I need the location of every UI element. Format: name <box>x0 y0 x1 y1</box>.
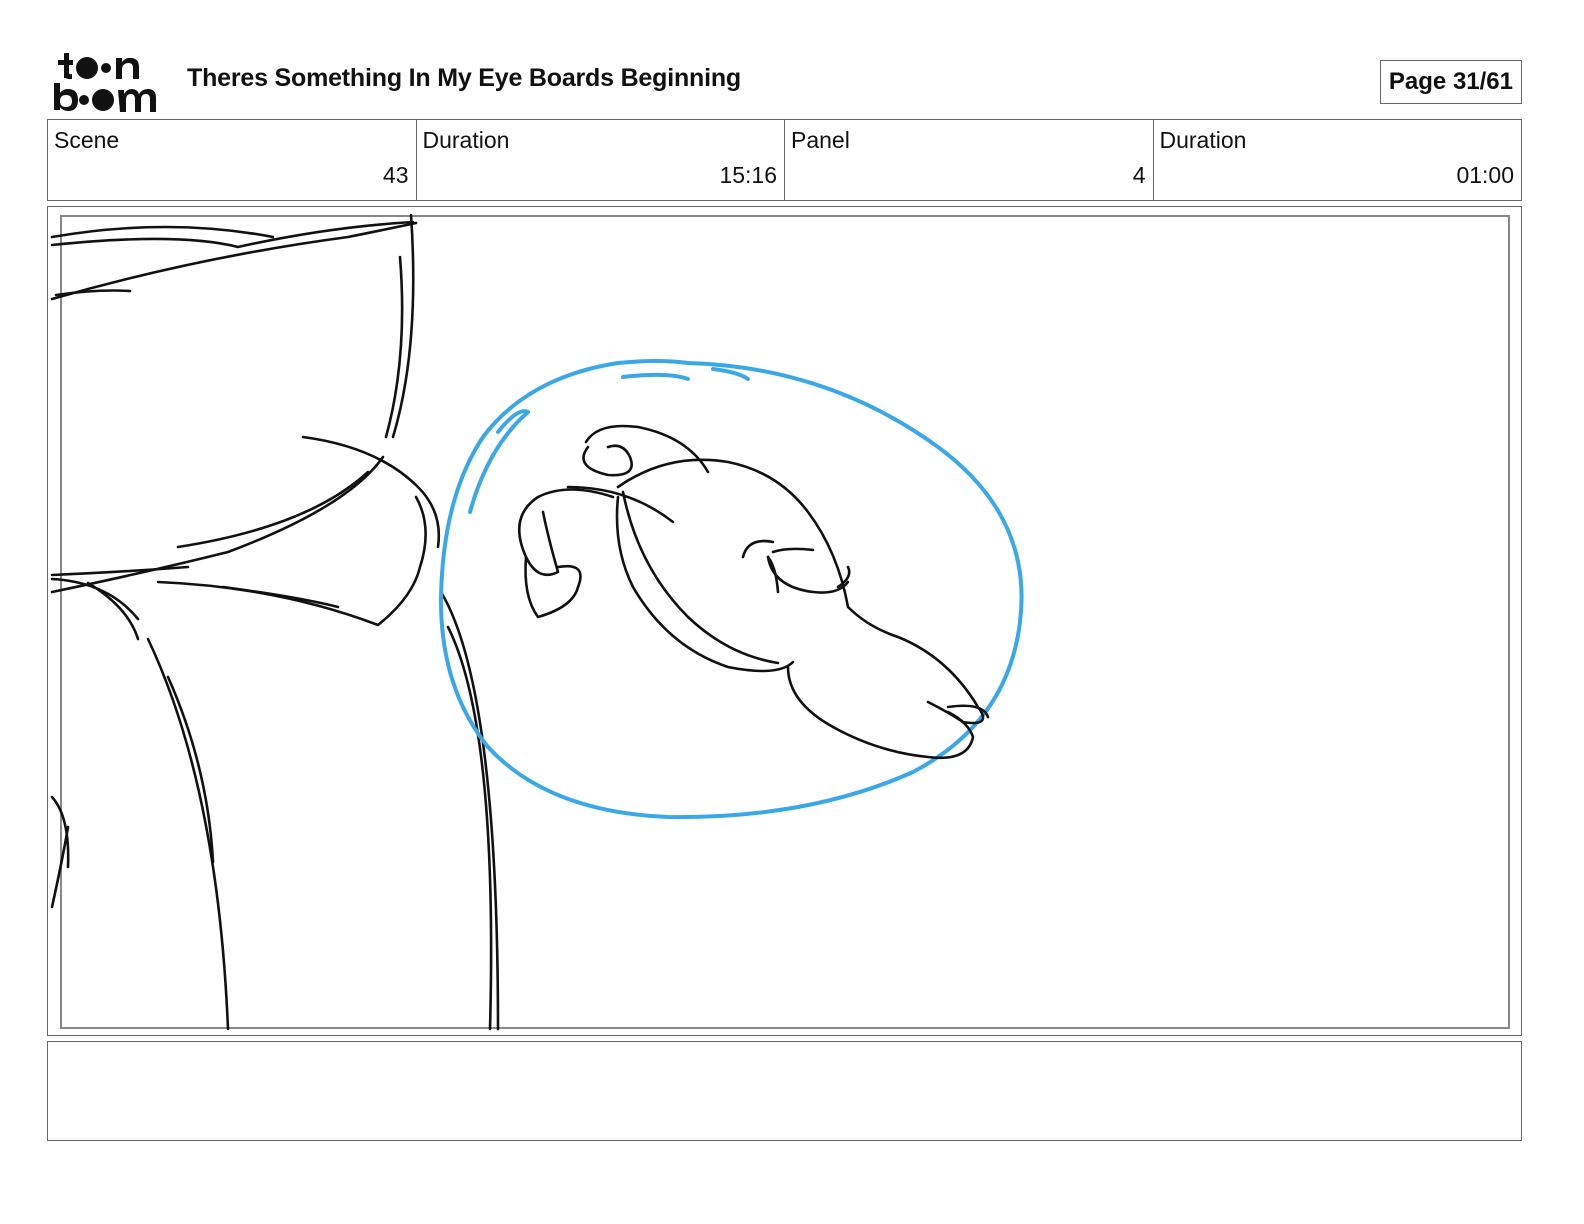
panel-value: 4 <box>1132 162 1146 188</box>
tiny-figure-sketch <box>518 424 990 760</box>
scene-duration-value: 15:16 <box>719 162 777 188</box>
document-title: Theres Something In My Eye Boards Beginn… <box>187 64 741 92</box>
page-indicator: Page 31/61 <box>1379 60 1522 104</box>
scene-info-table: Scene 43 Duration 15:16 Panel 4 Duration… <box>47 119 1522 201</box>
toon-boom-logo <box>52 50 164 114</box>
notes-area <box>47 1041 1522 1141</box>
panel-label: Panel <box>791 127 850 153</box>
scene-duration-label: Duration <box>422 127 510 153</box>
scene-value: 43 <box>382 162 409 188</box>
scene-duration-cell: Duration 15:16 <box>417 120 785 200</box>
foreground-character-sketch <box>50 213 500 1031</box>
panel-duration-label: Duration <box>1159 127 1247 153</box>
page-label: Page 31/61 <box>1388 68 1513 95</box>
panel-duration-value: 01:00 <box>1456 162 1514 188</box>
scene-cell: Scene 43 <box>48 120 417 200</box>
sketch-drawing <box>50 213 1024 1031</box>
panel-cell: Panel 4 <box>785 120 1154 200</box>
scene-label: Scene <box>54 127 120 153</box>
storyboard-panel <box>47 206 1522 1036</box>
panel-duration-cell: Duration 01:00 <box>1154 120 1522 200</box>
